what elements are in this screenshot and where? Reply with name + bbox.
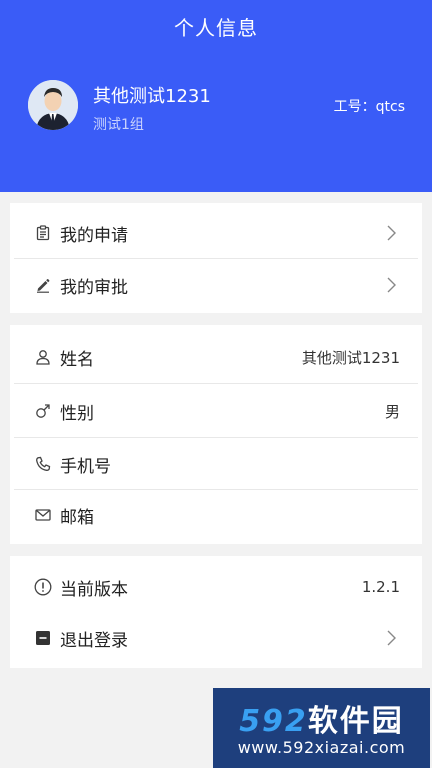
my-applications-label: 我的申请 xyxy=(60,225,128,246)
logout-row[interactable]: 退出登录 xyxy=(10,612,422,664)
version-row: 当前版本 1.2.1 xyxy=(10,561,422,613)
watermark-text: 软件园 xyxy=(307,704,404,739)
pen-icon xyxy=(34,276,52,294)
logout-icon xyxy=(34,629,52,647)
user-name: 其他测试1231 xyxy=(93,86,211,107)
watermark-brand: 592软件园 xyxy=(213,696,430,740)
my-approvals-label: 我的审批 xyxy=(60,277,128,298)
name-label: 姓名 xyxy=(60,349,94,370)
user-group: 测试1组 xyxy=(93,117,144,133)
staff-id: 工号：qtcs xyxy=(333,99,405,115)
phone-icon xyxy=(34,455,52,473)
watermark-url: www.592xiazai.com xyxy=(237,738,406,757)
male-icon xyxy=(34,402,52,420)
info-icon xyxy=(34,578,52,596)
version-value: 1.2.1 xyxy=(361,578,400,596)
divider xyxy=(14,383,418,384)
name-value: 其他测试1231 xyxy=(301,348,400,367)
profile-card: 姓名 其他测试1231 性别 男 手机号 邮箱 xyxy=(10,325,422,544)
chevron-right-icon xyxy=(387,630,396,646)
gender-value: 男 xyxy=(384,402,400,421)
user-avatar-icon xyxy=(28,80,78,130)
email-row: 邮箱 xyxy=(10,489,422,541)
chevron-right-icon xyxy=(387,225,396,241)
gender-label: 性别 xyxy=(60,403,94,424)
watermark-logo: 592软件园 www.592xiazai.com xyxy=(213,688,430,768)
person-icon xyxy=(34,348,52,366)
profile-header: 个人信息 其他测试1231 测试1组 工号：qtcs xyxy=(0,0,432,192)
name-row: 姓名 其他测试1231 xyxy=(10,331,422,383)
phone-label: 手机号 xyxy=(60,456,111,477)
clipboard-icon xyxy=(34,224,52,242)
version-label: 当前版本 xyxy=(60,579,128,600)
page-title: 个人信息 xyxy=(174,16,258,40)
system-card: 当前版本 1.2.1 退出登录 xyxy=(10,556,422,668)
my-approvals-row[interactable]: 我的审批 xyxy=(10,259,422,311)
menu-card: 我的申请 我的审批 xyxy=(10,203,422,313)
avatar xyxy=(28,80,78,130)
logout-label: 退出登录 xyxy=(60,630,128,651)
chevron-right-icon xyxy=(387,277,396,293)
watermark-number: 592 xyxy=(239,704,308,739)
phone-row: 手机号 xyxy=(10,438,422,490)
mail-icon xyxy=(34,506,52,524)
gender-row: 性别 男 xyxy=(10,385,422,437)
email-label: 邮箱 xyxy=(60,507,94,528)
my-applications-row[interactable]: 我的申请 xyxy=(10,207,422,259)
